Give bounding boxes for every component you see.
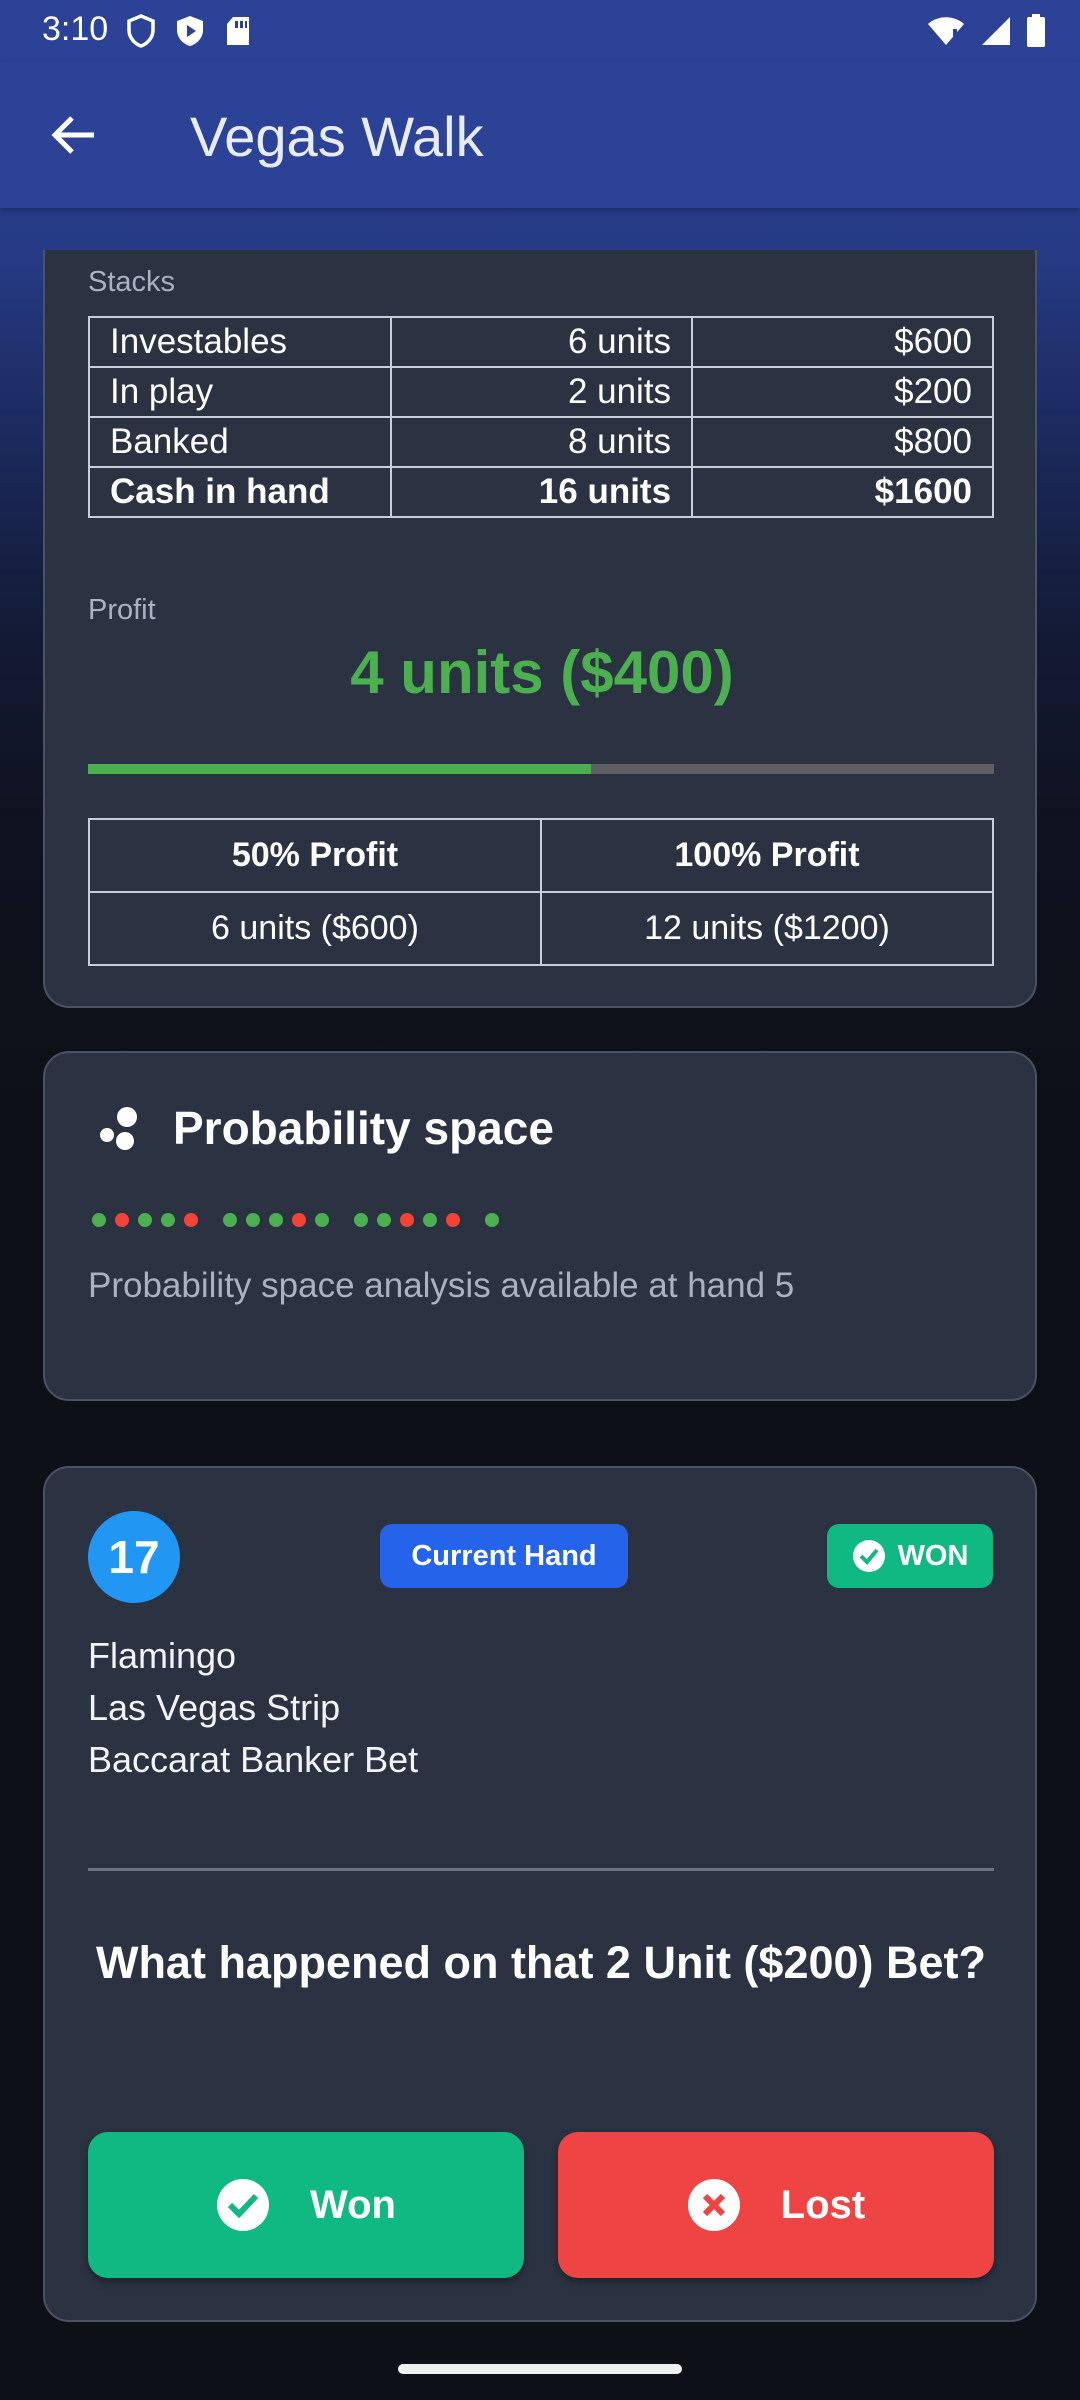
stack-units: 6 units [390,316,694,368]
win-dot [377,1213,391,1227]
status-icons-right [926,14,1046,48]
goal-header: 50% Profit [88,818,542,893]
probability-title: Probability space [173,1102,554,1154]
won-status-label: WON [897,1539,969,1572]
arrow-back-icon [51,116,94,154]
probability-card: Probability space Probability space anal… [43,1051,1037,1401]
profit-progress-fill [88,764,591,774]
lost-button-label: Lost [780,2182,866,2227]
stack-amount: $1600 [691,466,994,518]
stack-units: 2 units [390,366,694,418]
stack-name: In play [87,366,393,418]
signal-icon [982,17,1010,45]
won-button[interactable]: Won [88,2132,524,2278]
probability-text: Probability space analysis available at … [88,1266,795,1305]
stack-amount: $600 [691,316,994,368]
wifi-icon [928,17,964,45]
loss-dot [400,1213,414,1227]
hand-number: 17 [88,1511,180,1603]
hand-game: Baccarat Banker Bet [88,1739,419,1780]
stack-name: Banked [87,416,393,468]
stacks-profit-card: Stacks Investables 6 units $600 In play … [43,250,1037,1008]
status-bar: 3:10 [0,0,1080,62]
win-dot [423,1213,437,1227]
table-row: Banked 8 units $800 [87,416,994,468]
won-status-badge: WON [827,1524,993,1588]
battery-icon [1027,14,1045,47]
lost-button[interactable]: Lost [558,2132,994,2278]
status-icons-left [126,14,252,48]
check-circle-icon [852,1540,885,1572]
status-time: 3:10 [42,10,109,48]
win-dot [354,1213,368,1227]
stack-amount: $800 [691,416,994,468]
stack-name: Investables [87,316,393,368]
profit-goals-table: 50% Profit 100% Profit 6 units ($600) 12… [88,818,995,966]
table-row: 50% Profit 100% Profit [88,818,995,893]
hand-details: Flamingo Las Vegas Strip Baccarat Banker… [88,1630,418,1786]
app-title: Vegas Walk [190,105,484,168]
stack-units: 16 units [390,466,694,518]
play-protect-icon [177,16,203,46]
home-indicator[interactable] [398,2364,682,2374]
loss-dot [115,1213,129,1227]
win-dot [223,1213,237,1227]
sd-card-icon [227,17,249,45]
hand-casino: Flamingo [88,1635,237,1676]
win-dot [269,1213,283,1227]
check-circle-icon [217,2179,270,2231]
scatter-dots-icon [100,1107,137,1150]
hand-card: 17 Current Hand WON Flamingo Las Vegas S… [43,1466,1037,2322]
table-row-total: Cash in hand 16 units $1600 [87,466,994,518]
shield-icon [127,14,155,48]
profit-progress-bar [88,764,994,774]
win-dot [246,1213,260,1227]
back-button[interactable] [40,102,106,168]
stack-amount: $200 [691,366,994,418]
table-row: In play 2 units $200 [87,366,994,418]
loss-dot [292,1213,306,1227]
stack-units: 8 units [390,416,694,468]
profit-value: 4 units ($400) [350,639,734,706]
table-row: 6 units ($600) 12 units ($1200) [88,891,995,966]
win-dot [315,1213,329,1227]
hand-location: Las Vegas Strip [88,1687,341,1728]
app-bar: Vegas Walk [0,62,1080,208]
x-circle-icon [687,2179,740,2231]
loss-dot [446,1213,460,1227]
loss-dot [184,1213,198,1227]
profit-label: Profit [88,594,156,626]
win-dot [138,1213,152,1227]
stacks-label: Stacks [88,266,176,298]
outcome-dots [92,1213,508,1227]
won-button-label: Won [310,2182,396,2227]
win-dot [92,1213,106,1227]
goal-header: 100% Profit [539,818,995,893]
stacks-table: Investables 6 units $600 In play 2 units… [87,316,994,518]
stack-name: Cash in hand [87,466,393,518]
table-row: Investables 6 units $600 [87,316,994,368]
divider [88,1868,994,1871]
goal-value: 12 units ($1200) [539,891,995,966]
win-dot [485,1213,499,1227]
win-dot [161,1213,175,1227]
bet-question: What happened on that 2 Unit ($200) Bet? [95,1937,987,1988]
current-hand-badge: Current Hand [380,1524,628,1588]
goal-value: 6 units ($600) [88,891,542,966]
